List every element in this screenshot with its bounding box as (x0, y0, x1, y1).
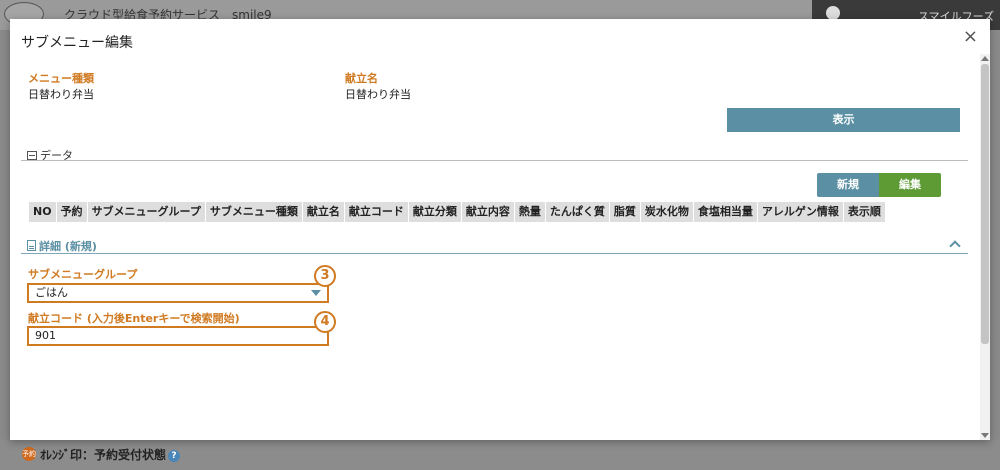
document-icon (27, 240, 36, 251)
column-header[interactable]: 献立コード (344, 202, 409, 222)
chevron-up-icon[interactable] (949, 240, 961, 252)
column-header[interactable]: 献立内容 (461, 202, 515, 222)
column-header[interactable]: 熱量 (514, 202, 546, 222)
menu-code-label: 献立コード (入力後Enterキーで検索開始) (28, 312, 240, 325)
callout-badge-3: 3 (314, 265, 336, 287)
help-icon[interactable]: ? (168, 450, 181, 462)
column-header[interactable]: NO (29, 202, 57, 222)
menu-name-value: 日替わり弁当 (345, 88, 411, 101)
reservation-badge-icon: 予約 (22, 447, 36, 461)
show-button[interactable]: 表示 (727, 108, 960, 132)
column-header[interactable]: 予約 (56, 202, 88, 222)
menu-code-value: 901 (35, 329, 56, 342)
table-icon (27, 151, 37, 160)
submenu-group-label: サブメニューグループ (28, 268, 138, 281)
menu-code-input[interactable]: 901 (27, 326, 329, 346)
column-header[interactable]: 炭水化物 (640, 202, 694, 222)
column-header[interactable]: 食塩相当量 (693, 202, 758, 222)
scrollbar[interactable] (980, 54, 990, 440)
column-header[interactable]: 表示順 (843, 202, 886, 222)
caret-down-icon (311, 290, 321, 296)
legend-text: ｵﾚﾝｼﾞ印：予約受付状態? (40, 446, 181, 463)
new-button[interactable]: 新規 (817, 173, 879, 197)
menu-type-value: 日替わり弁当 (28, 88, 94, 101)
detail-section-divider (21, 253, 968, 254)
column-header[interactable]: 脂質 (609, 202, 641, 222)
scroll-up-icon[interactable] (981, 56, 989, 61)
column-header[interactable]: サブメニュー種類 (205, 202, 303, 222)
scrollbar-thumb[interactable] (981, 64, 989, 344)
column-header[interactable]: たんぱく質 (545, 202, 610, 222)
column-header[interactable]: サブメニューグループ (87, 202, 206, 222)
menu-type-label: メニュー種類 (28, 72, 94, 85)
menu-name-label: 献立名 (345, 72, 378, 85)
submenu-group-value: ごはん (35, 286, 68, 299)
scroll-down-icon[interactable] (981, 433, 989, 438)
column-header[interactable]: 献立名 (302, 202, 345, 222)
submenu-group-select[interactable]: ごはん (27, 283, 329, 303)
detail-section-title[interactable]: 詳細 (新規) (27, 238, 97, 254)
data-table-header: NO 予約 サブメニューグループ サブメニュー種類 献立名 献立コード 献立分類 献立内容 熱量… (29, 202, 886, 222)
column-header[interactable]: アレルゲン情報 (757, 202, 844, 222)
data-section-divider (21, 160, 968, 161)
modal-title: サブメニュー編集 (21, 35, 133, 51)
submenu-edit-modal: サブメニュー編集 × メニュー種類 日替わり弁当 献立名 日替わり弁当 表示 デ… (10, 19, 990, 440)
close-icon[interactable]: × (963, 28, 978, 46)
user-avatar[interactable] (826, 6, 840, 20)
edit-button[interactable]: 編集 (879, 173, 941, 197)
column-header[interactable]: 献立分類 (408, 202, 462, 222)
callout-badge-4: 4 (314, 311, 336, 333)
